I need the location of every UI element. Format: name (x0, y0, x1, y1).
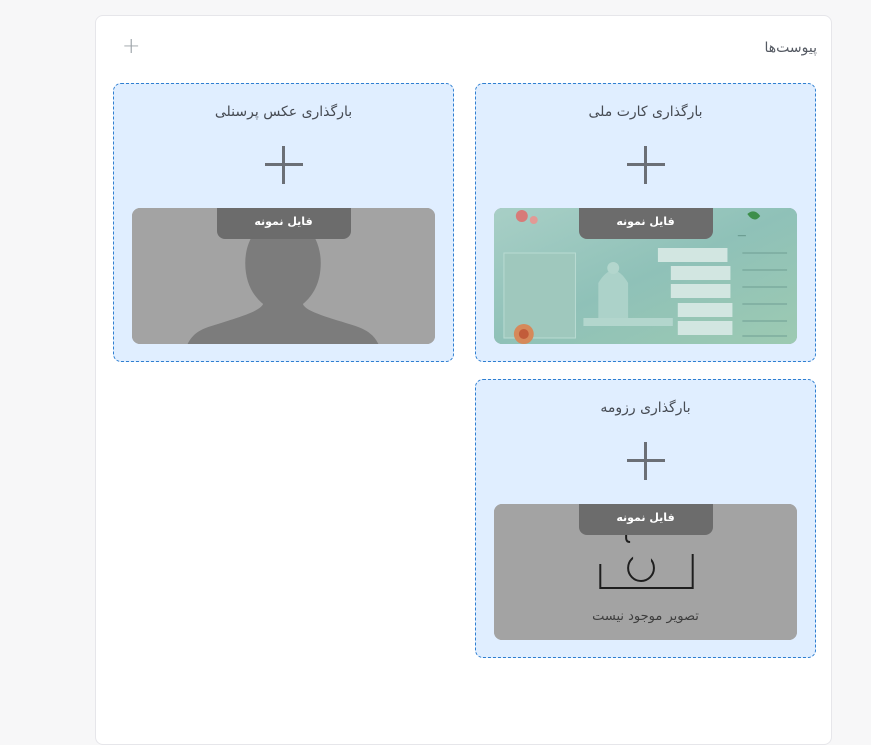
card-title: بارگذاری عکس پرسنلی (214, 104, 353, 120)
upload-national-card[interactable]: بارگذاری کارت ملی — فایل نمونه (475, 83, 816, 362)
sample-file-tag: فایل نمونه (578, 504, 713, 535)
svg-text:—: — (737, 231, 746, 241)
sample-file-tag: فایل نمونه (578, 208, 713, 239)
panel-title: پیوست‌ها (764, 40, 817, 56)
image-missing-text: تصویر موجود نیست (592, 609, 699, 624)
card-title: بارگذاری رزومه (600, 400, 691, 416)
sample-file-tag: فایل نمونه (216, 208, 351, 239)
add-attachment-button[interactable]: + (122, 36, 140, 58)
plus-icon: + (122, 34, 141, 59)
upload-personal-photo[interactable]: بارگذاری عکس پرسنلی فایل نمونه (113, 83, 454, 362)
card-title: بارگذاری کارت ملی (588, 104, 703, 120)
plus-icon (264, 146, 303, 184)
upload-resume[interactable]: بارگذاری رزومه فایل نمونه تصویر موجود نی… (475, 379, 816, 658)
sample-image-national-card: — فایل نمونه (494, 208, 797, 344)
sample-image-personal-photo: فایل نمونه (132, 208, 435, 344)
plus-icon (626, 442, 665, 480)
sample-image-resume: فایل نمونه تصویر موجود نیست (494, 504, 797, 640)
attachments-panel: پیوست‌ها + بارگذاری کارت ملی (95, 15, 832, 745)
plus-icon (626, 146, 665, 184)
